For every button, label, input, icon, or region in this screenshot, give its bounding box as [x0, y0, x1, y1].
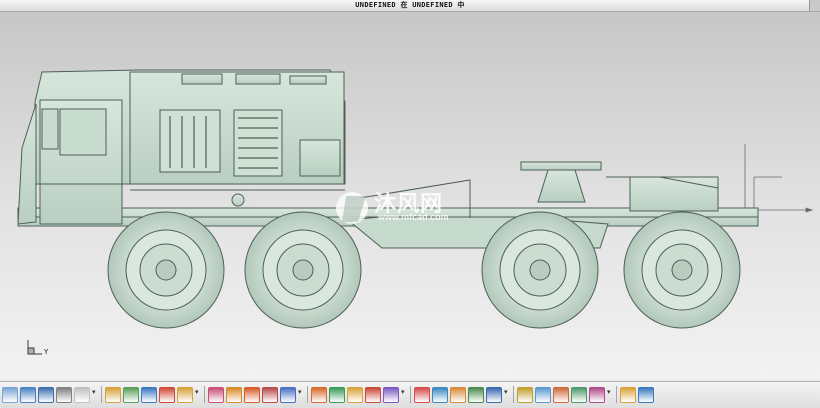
trim-icon[interactable] — [553, 387, 569, 403]
toolbar-separator — [307, 386, 308, 403]
view-icon[interactable] — [638, 387, 654, 403]
line-icon[interactable] — [177, 387, 193, 403]
dropdown-arrow-icon[interactable]: ▾ — [92, 388, 96, 396]
redo-icon[interactable] — [159, 387, 175, 403]
revolve-icon[interactable] — [311, 387, 327, 403]
watermark: 沐风网 www.mfcad.com — [336, 186, 496, 232]
section-icon[interactable] — [450, 387, 466, 403]
toolbar-separator — [616, 386, 617, 403]
rectangle-icon[interactable] — [244, 387, 260, 403]
sweep-icon[interactable] — [329, 387, 345, 403]
graphics-viewport[interactable]: 沐风网 www.mfcad.com Y — [0, 12, 820, 380]
toolbar-separator — [410, 386, 411, 403]
save-icon[interactable] — [38, 387, 54, 403]
curve-icon[interactable] — [468, 387, 484, 403]
surface-icon[interactable] — [517, 387, 533, 403]
wheel-3 — [481, 211, 599, 329]
toolbar-separator — [513, 386, 514, 403]
window-title: UNDEFINED 在 UNDEFINED 中 — [355, 1, 465, 9]
new-icon[interactable] — [2, 387, 18, 403]
cut-icon[interactable] — [74, 387, 90, 403]
open-icon[interactable] — [20, 387, 36, 403]
cab-body — [17, 69, 346, 225]
dropdown-arrow-icon[interactable]: ▾ — [298, 388, 302, 396]
wheel-4 — [623, 211, 741, 329]
dropdown-arrow-icon[interactable]: ▾ — [504, 388, 508, 396]
dropdown-arrow-icon[interactable]: ▾ — [195, 388, 199, 396]
print-icon[interactable] — [56, 387, 72, 403]
shell-icon[interactable] — [383, 387, 399, 403]
blend-icon[interactable] — [347, 387, 363, 403]
circle-icon[interactable] — [226, 387, 242, 403]
measure-icon[interactable] — [432, 387, 448, 403]
view-triad — [27, 340, 42, 355]
toolbar-separator — [204, 386, 205, 403]
wheel-1 — [107, 211, 225, 329]
mirror-icon[interactable] — [535, 387, 551, 403]
pattern-icon[interactable] — [414, 387, 430, 403]
datum-axes — [738, 144, 814, 213]
spline-icon[interactable] — [486, 387, 502, 403]
toolbar-separator — [101, 386, 102, 403]
offset-icon[interactable] — [571, 387, 587, 403]
undo-icon[interactable] — [141, 387, 157, 403]
paste-icon[interactable] — [123, 387, 139, 403]
polygon-icon[interactable] — [262, 387, 278, 403]
analysis-icon[interactable] — [589, 387, 605, 403]
dropdown-arrow-icon[interactable]: ▾ — [607, 388, 611, 396]
arc-icon[interactable] — [208, 387, 224, 403]
extrude-icon[interactable] — [280, 387, 296, 403]
copy-icon[interactable] — [105, 387, 121, 403]
hole-icon[interactable] — [365, 387, 381, 403]
watermark-url: www.mfcad.com — [378, 212, 449, 222]
bottom-toolbar: ▾ ▾ ▾ ▾ ▾ ▾ — [0, 381, 820, 408]
dropdown-arrow-icon[interactable]: ▾ — [401, 388, 405, 396]
resize-handle[interactable] — [809, 0, 820, 11]
window-titlebar: UNDEFINED 在 UNDEFINED 中 — [0, 0, 820, 12]
triad-axis-label: Y — [44, 348, 49, 356]
render-icon[interactable] — [620, 387, 636, 403]
